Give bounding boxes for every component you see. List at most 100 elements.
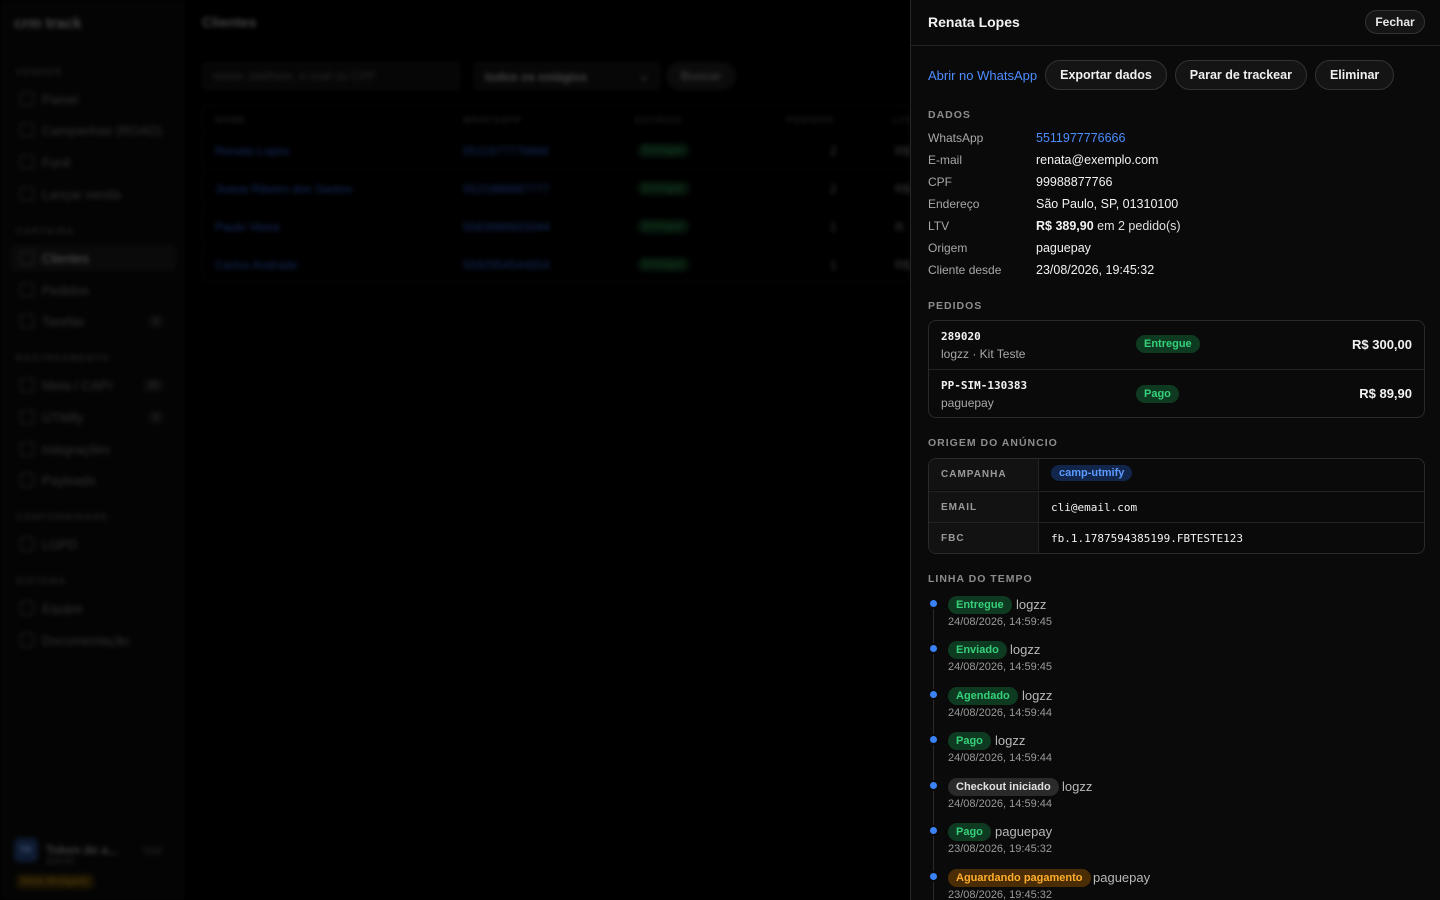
column-header: NOME (215, 115, 246, 125)
client-name[interactable]: Renata Lopes (215, 144, 290, 158)
nav-item-painel[interactable]: Painel (10, 86, 176, 112)
client-whatsapp[interactable]: 5592954544554 (463, 258, 550, 272)
nav-label: Documentação (42, 632, 130, 648)
nav-item-lgpd[interactable]: LGPD (10, 531, 176, 557)
nav-label: Equipe (42, 600, 83, 616)
nav-item-campanhas[interactable]: Campanhas (ROAD) (10, 117, 176, 143)
table-row[interactable]: Renata Lopes 5511977776666 Entregue 2 R$ (203, 131, 911, 169)
orders-list: 289020 logzz · Kit Teste Entregue R$ 300… (928, 320, 1425, 418)
order-id: PP-SIM-130383 (941, 379, 1028, 392)
origin-value: paguepay (1036, 241, 1091, 255)
client-whatsapp[interactable]: 5521988887777 (463, 182, 550, 196)
nav-label: Meta / CAPI (42, 377, 113, 393)
open-whatsapp-link[interactable]: Abrir no WhatsApp (928, 68, 1037, 83)
order-source: paguepay (941, 396, 994, 410)
client-name[interactable]: Joana Ribeiro dos Santos (215, 182, 352, 196)
client-whatsapp[interactable]: 5511977776666 (463, 144, 549, 158)
nav-section-title: CONFORMIDADE (16, 512, 109, 522)
timeline-event: Pago logzz 24/08/2026, 14:59:44 (928, 732, 1428, 776)
column-header: ESTÁGIO (635, 115, 683, 125)
search-button[interactable]: Buscar (666, 62, 736, 90)
nav-item-documentacao[interactable]: Documentação (10, 627, 176, 653)
nav-section-title: SISTEMA (16, 576, 67, 586)
ltv-value: R$ (895, 144, 911, 158)
background-app: crm track VENDER Painel Campanhas (ROAD)… (0, 0, 911, 900)
nav-label: UTMify (42, 409, 84, 425)
nav-section-title: CARTEIRA (16, 226, 75, 236)
close-button[interactable]: Fechar (1365, 10, 1425, 34)
ltv-value: R (895, 220, 904, 234)
nav-item-tarefas[interactable]: Tarefas 0 (10, 308, 176, 334)
timeline-dot (930, 827, 937, 834)
dashboard-icon (20, 92, 34, 106)
field-label: Endereço (928, 197, 980, 211)
clients-table: NOME WHATSAPP ESTÁGIO PEDIDOS LTV Renata… (202, 104, 911, 283)
delete-button[interactable]: Eliminar (1314, 60, 1395, 90)
nav-item-meta-capi[interactable]: Meta / CAPI 30 (10, 372, 176, 398)
ad-origin-table: CAMPANHA camp-utmify EMAIL cli@email.com… (928, 458, 1425, 554)
nav-label: Lançar venda (42, 186, 121, 202)
table-row[interactable]: Paulo Vieira 5583999933344 Entregue 1 R (203, 207, 911, 245)
order-row[interactable]: 289020 logzz · Kit Teste Entregue R$ 300… (929, 321, 1424, 369)
timeline-event: Pago paguepay 23/08/2026, 19:45:32 (928, 823, 1428, 867)
event-source: logzz (1010, 642, 1041, 657)
status-badge: Checkout iniciado (948, 778, 1059, 796)
email-value: renata@exemplo.com (1036, 153, 1159, 167)
nav-item-utmify[interactable]: UTMify 0 (10, 404, 176, 430)
search-input[interactable]: nome, telefone, e-mail ou CPF (202, 62, 460, 90)
field-email: E-mail renata@exemplo.com (928, 153, 1428, 173)
ltv-value: R$ (895, 182, 911, 196)
field-ltv: LTV R$ 389,90 em 2 pedido(s) (928, 219, 1428, 239)
stage-select[interactable]: todos os estágios ⌄ (474, 62, 660, 90)
nav-item-pedidos[interactable]: Pedidos (10, 277, 176, 303)
ltv-amount: R$ 389,90 (1036, 219, 1094, 233)
filter-icon (20, 378, 34, 392)
user-profile[interactable]: TK Token de a... Admin (14, 838, 118, 867)
meta-status-badge: Meta desligado (16, 874, 94, 889)
cpf-value: 99988877766 (1036, 175, 1113, 189)
status-badge: Aguardando pagamento (948, 869, 1091, 887)
client-name[interactable]: Carlos Andrade (215, 258, 298, 272)
client-name[interactable]: Paulo Vieira (215, 220, 280, 234)
nav-item-equipe[interactable]: Equipe (10, 595, 176, 621)
timeline-dot (930, 873, 937, 880)
order-id: 289020 (941, 330, 981, 343)
stop-tracking-button[interactable]: Parar de trackear (1174, 60, 1307, 90)
order-value: R$ 89,90 (1359, 386, 1412, 401)
field-label: LTV (928, 219, 950, 233)
nav-label: LGPD (42, 536, 78, 552)
nav-item-integracoes[interactable]: Integrações (10, 436, 176, 462)
export-data-button[interactable]: Exportar dados (1045, 60, 1167, 90)
event-time: 23/08/2026, 19:45:32 (948, 889, 1052, 900)
orders-count: 2 (830, 182, 837, 196)
nav-item-clientes[interactable]: Clientes (10, 245, 176, 271)
table-row[interactable]: Joana Ribeiro dos Santos 5521988887777 E… (203, 169, 911, 207)
nav-item-payloads[interactable]: Payloads (10, 467, 176, 493)
order-row[interactable]: PP-SIM-130383 paguepay Pago R$ 89,90 (929, 369, 1424, 417)
plug-icon (20, 442, 34, 456)
nav-label: Clientes (42, 250, 89, 266)
nav-item-lancar-venda[interactable]: Lançar venda (10, 181, 176, 207)
event-time: 24/08/2026, 14:59:44 (948, 752, 1052, 764)
ltv-suffix: em 2 pedido(s) (1097, 219, 1181, 233)
nav-label: Integrações (42, 441, 110, 457)
logout-button[interactable]: Sair (143, 845, 163, 857)
user-name: Token de a... (46, 843, 118, 857)
timeline-dot (930, 736, 937, 743)
order-source: logzz · Kit Teste (941, 347, 1026, 361)
campaign-badge: camp-utmify (1051, 465, 1133, 481)
whatsapp-value[interactable]: 5511977776666 (1036, 131, 1125, 145)
table-row[interactable]: Carlos Andrade 5592954544554 Entregue 1 … (203, 245, 911, 283)
nav-label: Funil (42, 154, 71, 170)
orders-count: 1 (830, 220, 837, 234)
ltv-value: R$ (895, 258, 911, 272)
origin-key: EMAIL (929, 492, 1039, 523)
drawer-title: Renata Lopes (928, 14, 1020, 30)
code-icon (20, 473, 34, 487)
field-cpf: CPF 99988877766 (928, 175, 1428, 195)
origin-email-value: cli@email.com (1051, 501, 1138, 514)
nav-item-funil[interactable]: Funil (10, 149, 176, 175)
ad-origin-row: EMAIL cli@email.com (929, 491, 1424, 523)
client-whatsapp[interactable]: 5583999933344 (463, 220, 550, 234)
page-title: Clientes (202, 14, 257, 30)
